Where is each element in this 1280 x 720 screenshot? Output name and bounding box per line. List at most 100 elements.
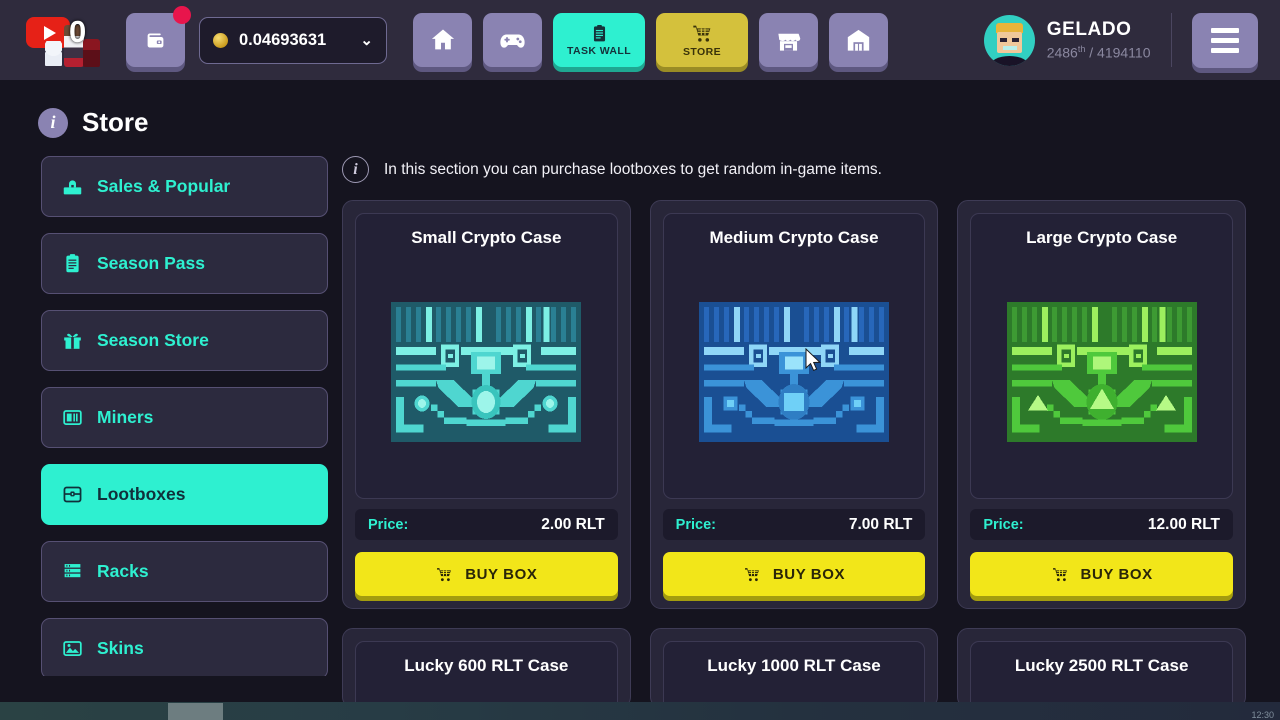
taskbar-window-button[interactable]	[168, 703, 223, 720]
lootbox-card-inner: Small Crypto Case	[355, 213, 618, 499]
profile-rank: 2486th / 4194110	[1047, 44, 1151, 61]
profile-text-block: GELADO 2486th / 4194110	[1047, 19, 1151, 61]
sidebar-item-sales-popular[interactable]: Sales & Popular	[41, 156, 328, 217]
avatar-mouth	[1002, 45, 1017, 50]
lootbox-artwork	[366, 256, 607, 488]
nav-store-button[interactable]: STORE	[656, 13, 748, 67]
clipboard-icon	[593, 24, 605, 41]
lootbox-card[interactable]: Lucky 1000 RLT Case	[649, 628, 939, 708]
nav-home-button[interactable]	[413, 13, 472, 67]
page-title: Store	[82, 107, 149, 137]
page-header: i Store	[0, 80, 1280, 138]
top-navigation-bar: 0 0.04693631 ⌄ TASK WALL STORE GELADO 24…	[0, 0, 1280, 80]
main-nav-buttons: TASK WALL STORE	[413, 13, 888, 67]
lootbox-title: Lucky 600 RLT Case	[404, 656, 569, 675]
cart-icon	[437, 567, 452, 581]
warehouse-icon	[847, 29, 870, 51]
chest-green-icon	[1006, 302, 1197, 442]
price-value: 2.00 RLT	[541, 515, 605, 533]
nav-warehouse-button[interactable]	[829, 13, 888, 67]
price-label: Price:	[368, 516, 409, 533]
hamburger-menu-button[interactable]	[1192, 12, 1258, 68]
avatar-chin	[989, 55, 1029, 66]
coin-icon	[213, 32, 228, 48]
user-profile[interactable]: GELADO 2486th / 4194110	[983, 14, 1151, 66]
sidebar-item-skins[interactable]: Skins	[41, 618, 328, 676]
sidebar-label: Season Pass	[97, 253, 205, 273]
lootbox-price-row: Price: 7.00 RLT	[662, 509, 926, 540]
lootbox-grid: Small Crypto Case Price: 2.00 RLT BUY BO…	[342, 200, 1246, 708]
price-value: 12.00 RLT	[1147, 515, 1220, 533]
lootbox-title: Small Crypto Case	[411, 228, 562, 247]
lootbox-title: Lucky 2500 RLT Case	[1014, 656, 1189, 675]
avatar[interactable]	[983, 14, 1035, 66]
lootbox-title: Large Crypto Case	[1026, 228, 1178, 247]
page-content: Sales & Popular Season Pass Season Store…	[0, 156, 1280, 708]
snowman-icon	[45, 41, 62, 66]
sidebar-label: Sales & Popular	[97, 176, 231, 196]
sidebar-item-season-store[interactable]: Season Store	[41, 310, 328, 371]
hamburger-menu-icon	[1211, 27, 1239, 33]
chest-teal-icon	[391, 302, 582, 442]
rack-icon	[64, 564, 81, 578]
youtube-subscriber-count: 0	[69, 14, 87, 49]
nav-task-wall-label: TASK WALL	[566, 44, 632, 57]
lootbox-card-inner: Medium Crypto Case	[662, 213, 926, 499]
sidebar-label: Lootboxes	[97, 484, 186, 504]
cart-icon	[744, 567, 759, 581]
buy-box-label: BUY BOX	[772, 565, 846, 583]
wallet-button-wrapper[interactable]	[126, 6, 191, 67]
profile-username: GELADO	[1046, 19, 1132, 41]
shop-icon	[778, 33, 801, 51]
sidebar-item-lootboxes[interactable]: Lootboxes	[41, 464, 328, 525]
store-category-sidebar: Sales & Popular Season Pass Season Store…	[41, 156, 328, 676]
taskbar-clock: 12:30	[1251, 710, 1274, 720]
lootbox-price-row: Price: 12.00 RLT	[970, 509, 1233, 540]
chest-blue-icon	[698, 302, 889, 442]
buy-box-button[interactable]: BUY BOX	[662, 552, 926, 596]
cart-icon	[692, 25, 710, 42]
sidebar-item-racks[interactable]: Racks	[41, 541, 328, 602]
lootbox-card-inner: Lucky 600 RLT Case	[355, 641, 618, 707]
lootbox-card-inner: Lucky 2500 RLT Case	[970, 641, 1233, 707]
nav-games-button[interactable]	[483, 13, 542, 67]
sale-tag-icon	[63, 180, 82, 195]
sidebar-item-miners[interactable]: Miners	[41, 387, 328, 448]
balance-dropdown[interactable]: 0.04693631 ⌄	[199, 16, 387, 64]
image-icon	[63, 641, 82, 656]
section-notice: i In this section you can purchase lootb…	[342, 156, 1246, 183]
wallet-icon	[147, 33, 164, 47]
lootbox-title: Medium Crypto Case	[709, 228, 879, 247]
info-icon: i	[38, 107, 68, 138]
hamburger-bar-3	[1211, 47, 1239, 53]
price-label: Price:	[983, 516, 1024, 533]
cart-icon	[1052, 567, 1067, 581]
sidebar-item-season-pass[interactable]: Season Pass	[41, 233, 328, 294]
wallet-notification-badge	[173, 6, 191, 24]
lootbox-card-inner: Lucky 1000 RLT Case	[662, 641, 926, 707]
profile-rank-suffix: th	[1077, 44, 1086, 55]
profile-rank-total: / 4194110	[1089, 44, 1151, 61]
lootbox-card-inner: Large Crypto Case	[970, 213, 1233, 499]
sidebar-label: Season Store	[97, 330, 209, 350]
lootbox-card[interactable]: Large Crypto Case Price: 12.00 RLT BUY B…	[957, 200, 1246, 609]
buy-box-label: BUY BOX	[1080, 565, 1153, 583]
lootbox-card[interactable]: Lucky 2500 RLT Case	[957, 628, 1246, 708]
buy-box-button[interactable]: BUY BOX	[970, 552, 1233, 596]
lootbox-card[interactable]: Lucky 600 RLT Case	[342, 628, 631, 708]
desktop-taskbar[interactable]: 12:30	[0, 702, 1280, 720]
nav-store-label: STORE	[683, 45, 721, 58]
lootbox-card[interactable]: Medium Crypto Case Price: 7.00 RLT BUY B…	[649, 200, 939, 609]
chevron-down-icon: ⌄	[360, 32, 373, 49]
buy-box-button[interactable]: BUY BOX	[355, 552, 618, 596]
lootbox-card[interactable]: Small Crypto Case Price: 2.00 RLT BUY BO…	[342, 200, 631, 609]
store-main-panel: i In this section you can purchase lootb…	[342, 156, 1246, 708]
price-label: Price:	[675, 516, 716, 533]
gamepad-icon	[500, 33, 525, 48]
nav-market-button[interactable]	[759, 13, 818, 67]
balance-amount: 0.04693631	[239, 30, 327, 49]
lootbox-artwork	[674, 256, 915, 488]
nav-task-wall-button[interactable]: TASK WALL	[553, 13, 645, 67]
lootbox-icon	[63, 486, 82, 503]
sidebar-label: Miners	[97, 407, 154, 427]
